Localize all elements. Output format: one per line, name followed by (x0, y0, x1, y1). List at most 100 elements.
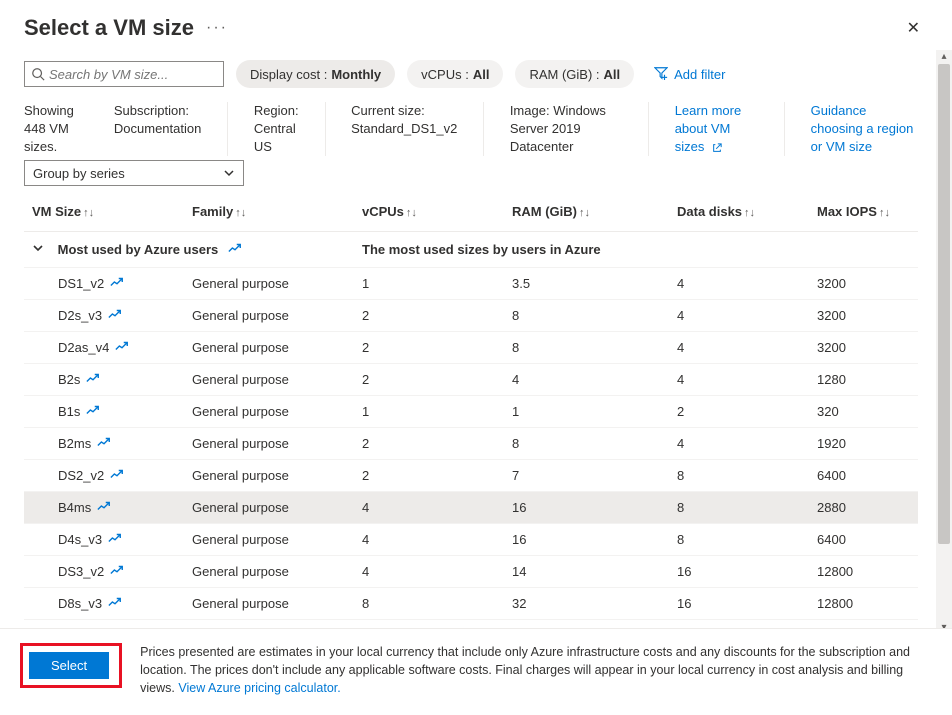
cell-vcpus: 4 (354, 492, 504, 524)
cell-vcpus: 2 (354, 460, 504, 492)
trend-up-icon (110, 276, 124, 288)
cell-iops: 6400 (809, 460, 918, 492)
filter-cost[interactable]: Display cost : Monthly (236, 60, 395, 88)
cell-disks: 4 (669, 364, 809, 396)
cell-disks: 2 (669, 396, 809, 428)
table-row[interactable]: B4ms General purpose41682880 (24, 492, 918, 524)
trend-up-icon (228, 242, 242, 254)
select-button[interactable]: Select (29, 652, 109, 679)
cell-ram: 1 (504, 396, 669, 428)
filter-ram[interactable]: RAM (GiB) : All (515, 60, 634, 88)
cell-ram: 3.5 (504, 268, 669, 300)
cell-family: General purpose (184, 332, 354, 364)
link-learn-more[interactable]: Learn more about VM sizes (675, 102, 759, 156)
cell-disks: 4 (669, 332, 809, 364)
cell-ram: 8 (504, 300, 669, 332)
cell-family: General purpose (184, 460, 354, 492)
cell-disks: 16 (669, 556, 809, 588)
external-link-icon (712, 143, 722, 153)
cell-ram: 4 (504, 364, 669, 396)
col-family[interactable]: Family↑↓ (184, 194, 354, 232)
col-max-iops[interactable]: Max IOPS↑↓ (809, 194, 918, 232)
cell-ram: 16 (504, 492, 669, 524)
scroll-up-icon[interactable]: ▴ (936, 50, 952, 64)
cell-iops: 320 (809, 396, 918, 428)
page-title: Select a VM size (24, 15, 194, 41)
trend-up-icon (108, 532, 122, 544)
vm-size-name: DS1_v2 (58, 276, 104, 291)
vm-size-name: B2ms (58, 436, 91, 451)
cell-ram: 8 (504, 428, 669, 460)
cell-vcpus: 1 (354, 396, 504, 428)
table-row[interactable]: D4s_v3General purpose41686400 (24, 524, 918, 556)
col-data-disks[interactable]: Data disks↑↓ (669, 194, 809, 232)
table-row[interactable]: B2msGeneral purpose2841920 (24, 428, 918, 460)
meta-subscription: Subscription: Documentation (114, 102, 201, 138)
cell-disks: 4 (669, 300, 809, 332)
cell-iops: 3200 (809, 268, 918, 300)
cell-family: General purpose (184, 588, 354, 620)
cell-disks: 8 (669, 460, 809, 492)
cell-vcpus: 2 (354, 364, 504, 396)
cell-iops: 6400 (809, 524, 918, 556)
table-row[interactable]: D8s_v3General purpose8321612800 (24, 588, 918, 620)
scrollbar[interactable]: ▴ ▾ (936, 50, 952, 635)
vm-size-table: VM Size↑↓ Family↑↓ vCPUs↑↓ RAM (GiB)↑↓ D… (24, 194, 918, 620)
cell-disks: 4 (669, 428, 809, 460)
vm-size-name: D4s_v3 (58, 532, 102, 547)
trend-up-icon (115, 340, 129, 352)
cell-disks: 16 (669, 588, 809, 620)
col-ram[interactable]: RAM (GiB)↑↓ (504, 194, 669, 232)
table-row[interactable]: DS2_v2 General purpose2786400 (24, 460, 918, 492)
vm-size-name: B2s (58, 372, 80, 387)
table-row[interactable]: DS3_v2 General purpose4141612800 (24, 556, 918, 588)
add-filter-button[interactable]: Add filter (646, 66, 733, 83)
group-header[interactable]: Most used by Azure users The most used s… (24, 232, 918, 268)
cell-ram: 7 (504, 460, 669, 492)
meta-region: Region: Central US (254, 102, 299, 156)
cell-iops: 12800 (809, 556, 918, 588)
table-row[interactable]: D2as_v4General purpose2843200 (24, 332, 918, 364)
more-icon[interactable]: ··· (206, 19, 228, 37)
cell-ram: 32 (504, 588, 669, 620)
cell-family: General purpose (184, 364, 354, 396)
trend-up-icon (110, 468, 124, 480)
cell-family: General purpose (184, 556, 354, 588)
link-pricing-calculator[interactable]: View Azure pricing calculator. (178, 681, 340, 695)
vm-size-name: B4ms (58, 500, 91, 515)
groupby-select[interactable]: Group by series (24, 160, 244, 186)
cell-family: General purpose (184, 492, 354, 524)
table-row[interactable]: D2s_v3General purpose2843200 (24, 300, 918, 332)
table-row[interactable]: B1sGeneral purpose112320 (24, 396, 918, 428)
cell-vcpus: 2 (354, 300, 504, 332)
link-guidance[interactable]: Guidance choosing a region or VM size (811, 102, 918, 156)
cell-iops: 1280 (809, 364, 918, 396)
chevron-down-icon (32, 242, 44, 257)
cell-ram: 14 (504, 556, 669, 588)
cell-family: General purpose (184, 428, 354, 460)
cell-disks: 8 (669, 524, 809, 556)
cell-vcpus: 1 (354, 268, 504, 300)
cell-iops: 2880 (809, 492, 918, 524)
scrollbar-thumb[interactable] (938, 64, 950, 544)
trend-up-icon (97, 500, 111, 512)
cell-vcpus: 2 (354, 332, 504, 364)
cell-disks: 4 (669, 268, 809, 300)
cell-ram: 16 (504, 524, 669, 556)
vm-size-name: DS2_v2 (58, 468, 104, 483)
search-input[interactable] (45, 67, 231, 82)
filter-vcpus[interactable]: vCPUs : All (407, 60, 503, 88)
table-row[interactable]: B2sGeneral purpose2441280 (24, 364, 918, 396)
col-vcpus[interactable]: vCPUs↑↓ (354, 194, 504, 232)
meta-current-size: Current size: Standard_DS1_v2 (351, 102, 457, 138)
vm-size-name: DS3_v2 (58, 564, 104, 579)
col-vm-size[interactable]: VM Size↑↓ (24, 194, 184, 232)
cell-family: General purpose (184, 268, 354, 300)
cell-family: General purpose (184, 524, 354, 556)
cell-vcpus: 4 (354, 556, 504, 588)
table-row[interactable]: DS1_v2 General purpose13.543200 (24, 268, 918, 300)
trend-up-icon (97, 436, 111, 448)
close-icon[interactable]: ✕ (899, 14, 928, 42)
cell-disks: 8 (669, 492, 809, 524)
search-input-wrap[interactable] (24, 61, 224, 87)
